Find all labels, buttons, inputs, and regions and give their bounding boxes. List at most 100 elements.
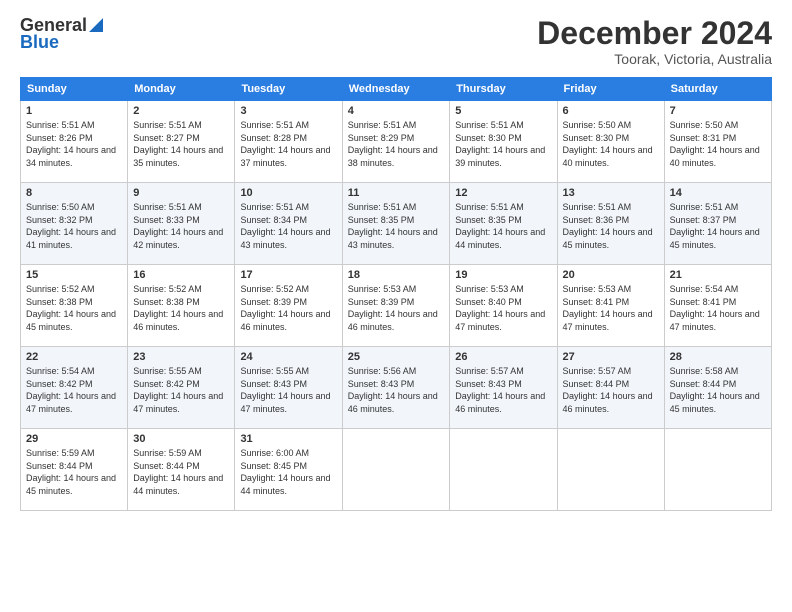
calendar-cell: 11 Sunrise: 5:51 AMSunset: 8:35 PMDaylig… xyxy=(342,183,450,265)
day-info: Sunrise: 6:00 AMSunset: 8:45 PMDaylight:… xyxy=(240,447,336,497)
weekday-header-sunday: Sunday xyxy=(21,78,128,101)
day-number: 29 xyxy=(26,433,122,445)
day-number: 24 xyxy=(240,351,336,363)
day-number: 28 xyxy=(670,351,766,363)
weekday-header-saturday: Saturday xyxy=(664,78,771,101)
calendar-cell xyxy=(450,429,557,511)
weekday-header-tuesday: Tuesday xyxy=(235,78,342,101)
calendar-cell: 30 Sunrise: 5:59 AMSunset: 8:44 PMDaylig… xyxy=(128,429,235,511)
day-info: Sunrise: 5:54 AMSunset: 8:41 PMDaylight:… xyxy=(670,283,766,333)
calendar-cell: 31 Sunrise: 6:00 AMSunset: 8:45 PMDaylig… xyxy=(235,429,342,511)
day-number: 3 xyxy=(240,105,336,117)
day-number: 14 xyxy=(670,187,766,199)
week-row-1: 1 Sunrise: 5:51 AMSunset: 8:26 PMDayligh… xyxy=(21,101,772,183)
calendar-cell: 28 Sunrise: 5:58 AMSunset: 8:44 PMDaylig… xyxy=(664,347,771,429)
week-row-2: 8 Sunrise: 5:50 AMSunset: 8:32 PMDayligh… xyxy=(21,183,772,265)
day-number: 11 xyxy=(348,187,445,199)
day-number: 8 xyxy=(26,187,122,199)
calendar-cell xyxy=(557,429,664,511)
day-number: 16 xyxy=(133,269,229,281)
day-info: Sunrise: 5:59 AMSunset: 8:44 PMDaylight:… xyxy=(26,447,122,497)
calendar-cell: 3 Sunrise: 5:51 AMSunset: 8:28 PMDayligh… xyxy=(235,101,342,183)
day-number: 13 xyxy=(563,187,659,199)
day-number: 22 xyxy=(26,351,122,363)
calendar-cell: 20 Sunrise: 5:53 AMSunset: 8:41 PMDaylig… xyxy=(557,265,664,347)
calendar-cell: 13 Sunrise: 5:51 AMSunset: 8:36 PMDaylig… xyxy=(557,183,664,265)
calendar-cell: 10 Sunrise: 5:51 AMSunset: 8:34 PMDaylig… xyxy=(235,183,342,265)
day-info: Sunrise: 5:50 AMSunset: 8:31 PMDaylight:… xyxy=(670,119,766,169)
day-number: 7 xyxy=(670,105,766,117)
weekday-header-row: SundayMondayTuesdayWednesdayThursdayFrid… xyxy=(21,78,772,101)
calendar-cell: 16 Sunrise: 5:52 AMSunset: 8:38 PMDaylig… xyxy=(128,265,235,347)
day-number: 31 xyxy=(240,433,336,445)
day-info: Sunrise: 5:55 AMSunset: 8:42 PMDaylight:… xyxy=(133,365,229,415)
day-number: 10 xyxy=(240,187,336,199)
day-info: Sunrise: 5:51 AMSunset: 8:29 PMDaylight:… xyxy=(348,119,445,169)
weekday-header-monday: Monday xyxy=(128,78,235,101)
calendar-cell: 27 Sunrise: 5:57 AMSunset: 8:44 PMDaylig… xyxy=(557,347,664,429)
day-info: Sunrise: 5:52 AMSunset: 8:38 PMDaylight:… xyxy=(133,283,229,333)
page: General Blue December 2024 Toorak, Victo… xyxy=(0,0,792,612)
calendar-table: SundayMondayTuesdayWednesdayThursdayFrid… xyxy=(20,77,772,511)
day-info: Sunrise: 5:53 AMSunset: 8:39 PMDaylight:… xyxy=(348,283,445,333)
day-info: Sunrise: 5:57 AMSunset: 8:43 PMDaylight:… xyxy=(455,365,551,415)
day-info: Sunrise: 5:51 AMSunset: 8:30 PMDaylight:… xyxy=(455,119,551,169)
week-row-4: 22 Sunrise: 5:54 AMSunset: 8:42 PMDaylig… xyxy=(21,347,772,429)
calendar-cell: 2 Sunrise: 5:51 AMSunset: 8:27 PMDayligh… xyxy=(128,101,235,183)
header: General Blue December 2024 Toorak, Victo… xyxy=(20,16,772,67)
day-number: 5 xyxy=(455,105,551,117)
week-row-3: 15 Sunrise: 5:52 AMSunset: 8:38 PMDaylig… xyxy=(21,265,772,347)
day-number: 6 xyxy=(563,105,659,117)
calendar-cell: 1 Sunrise: 5:51 AMSunset: 8:26 PMDayligh… xyxy=(21,101,128,183)
day-number: 2 xyxy=(133,105,229,117)
day-info: Sunrise: 5:51 AMSunset: 8:36 PMDaylight:… xyxy=(563,201,659,251)
day-info: Sunrise: 5:51 AMSunset: 8:34 PMDaylight:… xyxy=(240,201,336,251)
weekday-header-thursday: Thursday xyxy=(450,78,557,101)
calendar-cell: 15 Sunrise: 5:52 AMSunset: 8:38 PMDaylig… xyxy=(21,265,128,347)
calendar-cell: 4 Sunrise: 5:51 AMSunset: 8:29 PMDayligh… xyxy=(342,101,450,183)
day-info: Sunrise: 5:51 AMSunset: 8:37 PMDaylight:… xyxy=(670,201,766,251)
day-number: 23 xyxy=(133,351,229,363)
calendar-cell: 9 Sunrise: 5:51 AMSunset: 8:33 PMDayligh… xyxy=(128,183,235,265)
calendar-cell: 19 Sunrise: 5:53 AMSunset: 8:40 PMDaylig… xyxy=(450,265,557,347)
day-number: 12 xyxy=(455,187,551,199)
day-number: 21 xyxy=(670,269,766,281)
calendar-cell: 29 Sunrise: 5:59 AMSunset: 8:44 PMDaylig… xyxy=(21,429,128,511)
day-info: Sunrise: 5:50 AMSunset: 8:30 PMDaylight:… xyxy=(563,119,659,169)
day-number: 18 xyxy=(348,269,445,281)
calendar-cell: 17 Sunrise: 5:52 AMSunset: 8:39 PMDaylig… xyxy=(235,265,342,347)
day-number: 9 xyxy=(133,187,229,199)
location: Toorak, Victoria, Australia xyxy=(537,51,772,67)
calendar-cell xyxy=(664,429,771,511)
calendar-cell: 24 Sunrise: 5:55 AMSunset: 8:43 PMDaylig… xyxy=(235,347,342,429)
calendar-cell: 23 Sunrise: 5:55 AMSunset: 8:42 PMDaylig… xyxy=(128,347,235,429)
day-info: Sunrise: 5:58 AMSunset: 8:44 PMDaylight:… xyxy=(670,365,766,415)
day-number: 30 xyxy=(133,433,229,445)
day-info: Sunrise: 5:56 AMSunset: 8:43 PMDaylight:… xyxy=(348,365,445,415)
day-number: 15 xyxy=(26,269,122,281)
weekday-header-friday: Friday xyxy=(557,78,664,101)
day-info: Sunrise: 5:51 AMSunset: 8:33 PMDaylight:… xyxy=(133,201,229,251)
day-info: Sunrise: 5:55 AMSunset: 8:43 PMDaylight:… xyxy=(240,365,336,415)
day-number: 4 xyxy=(348,105,445,117)
day-number: 26 xyxy=(455,351,551,363)
day-info: Sunrise: 5:51 AMSunset: 8:27 PMDaylight:… xyxy=(133,119,229,169)
day-number: 17 xyxy=(240,269,336,281)
day-info: Sunrise: 5:53 AMSunset: 8:41 PMDaylight:… xyxy=(563,283,659,333)
logo-blue-text: Blue xyxy=(20,32,59,53)
day-number: 25 xyxy=(348,351,445,363)
day-info: Sunrise: 5:59 AMSunset: 8:44 PMDaylight:… xyxy=(133,447,229,497)
day-info: Sunrise: 5:54 AMSunset: 8:42 PMDaylight:… xyxy=(26,365,122,415)
title-block: December 2024 Toorak, Victoria, Australi… xyxy=(537,16,772,67)
calendar-cell: 22 Sunrise: 5:54 AMSunset: 8:42 PMDaylig… xyxy=(21,347,128,429)
weekday-header-wednesday: Wednesday xyxy=(342,78,450,101)
day-number: 1 xyxy=(26,105,122,117)
calendar-cell: 5 Sunrise: 5:51 AMSunset: 8:30 PMDayligh… xyxy=(450,101,557,183)
week-row-5: 29 Sunrise: 5:59 AMSunset: 8:44 PMDaylig… xyxy=(21,429,772,511)
day-info: Sunrise: 5:51 AMSunset: 8:35 PMDaylight:… xyxy=(455,201,551,251)
calendar-cell: 26 Sunrise: 5:57 AMSunset: 8:43 PMDaylig… xyxy=(450,347,557,429)
calendar-cell: 6 Sunrise: 5:50 AMSunset: 8:30 PMDayligh… xyxy=(557,101,664,183)
logo-triangle-icon xyxy=(89,18,103,32)
day-number: 27 xyxy=(563,351,659,363)
day-info: Sunrise: 5:51 AMSunset: 8:35 PMDaylight:… xyxy=(348,201,445,251)
